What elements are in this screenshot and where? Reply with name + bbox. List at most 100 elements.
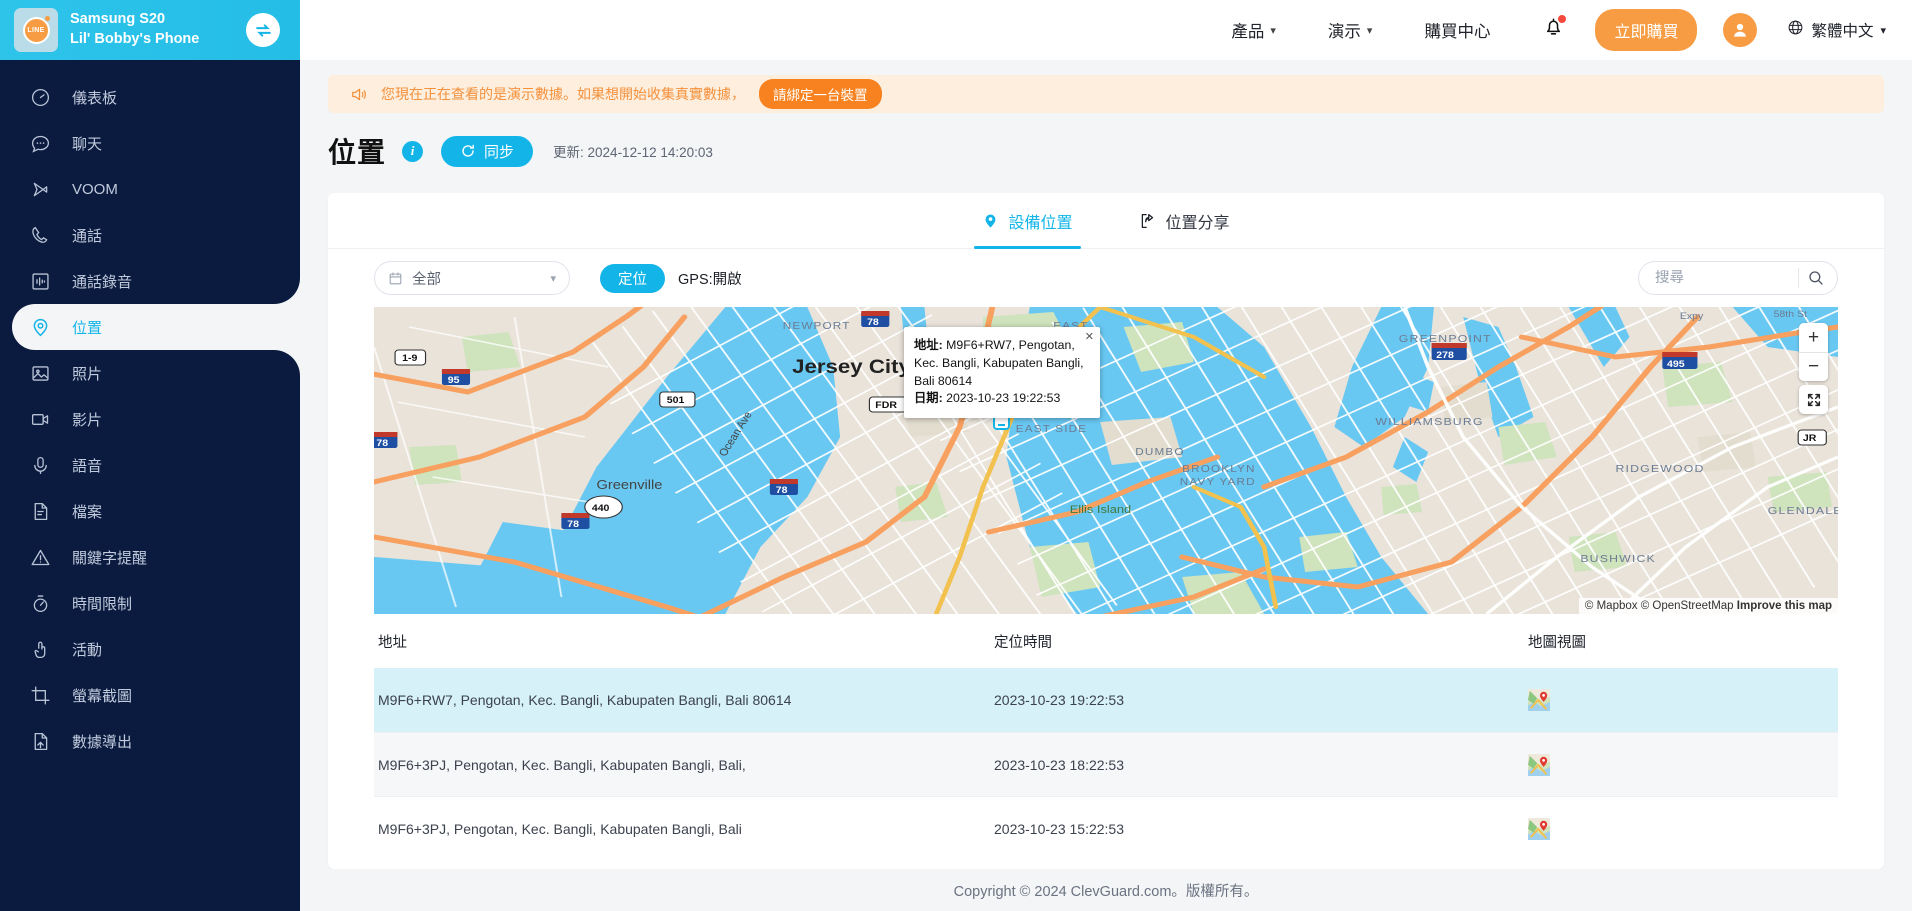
sidebar-item-keyword-alert[interactable]: 關鍵字提醒 (0, 534, 300, 580)
file-document-icon (30, 501, 56, 522)
sidebar-item-calls[interactable]: 通話 (0, 212, 300, 258)
svg-text:78: 78 (567, 520, 579, 530)
attrib-improve-link[interactable]: Improve this map (1737, 600, 1832, 612)
tab-label: 位置分享 (1165, 214, 1230, 232)
language-label: 繁體中文 (1811, 23, 1874, 40)
sidebar-item-voice[interactable]: 語音 (0, 442, 300, 488)
sidebar-item-label: 照片 (72, 365, 103, 383)
date-filter-select[interactable]: 全部 ▾ (374, 261, 570, 295)
sidebar-item-label: 數據導出 (72, 733, 133, 751)
sidebar-item-photos[interactable]: 照片 (0, 350, 300, 396)
table-row[interactable]: M9F6+RW7, Pengotan, Kec. Bangli, Kabupat… (374, 668, 1838, 732)
sidebar-item-activity[interactable]: 活動 (0, 626, 300, 672)
svg-text:BUSHWICK: BUSHWICK (1580, 554, 1656, 565)
search-box[interactable] (1638, 261, 1838, 295)
sidebar-item-chat[interactable]: 聊天 (0, 120, 300, 166)
popup-address-label: 地址: (914, 338, 943, 352)
svg-text:NEWPORT: NEWPORT (783, 321, 851, 332)
svg-text:Greenville: Greenville (597, 478, 663, 492)
cell-map-view[interactable] (1524, 753, 1838, 776)
microphone-icon (30, 455, 56, 476)
pointing-hand-icon (30, 639, 56, 660)
demo-data-banner: 您現在正在查看的是演示數據。如果想開始收集真實數據， 請綁定一台裝置 (328, 75, 1884, 113)
tab-location-sharing[interactable]: 位置分享 (1131, 193, 1238, 249)
user-avatar-icon[interactable] (1723, 13, 1758, 47)
sidebar-item-location[interactable]: 位置 (12, 278, 300, 376)
map-thumbnail-icon[interactable] (1528, 753, 1550, 776)
sidebar-item-label: 時間限制 (72, 595, 133, 613)
sidebar-item-files[interactable]: 檔案 (0, 488, 300, 534)
svg-text:440: 440 (592, 504, 610, 514)
svg-text:RIDGEWOOD: RIDGEWOOD (1615, 464, 1704, 475)
nav-label: 產品 (1231, 23, 1265, 41)
close-icon[interactable]: ✕ (1085, 330, 1094, 346)
tab-device-location[interactable]: 設備位置 (974, 193, 1081, 249)
svg-text:WILLIAMSBURG: WILLIAMSBURG (1375, 417, 1483, 428)
sidebar-item-call-recording[interactable]: 通話錄音 (0, 258, 300, 304)
svg-text:Jersey City: Jersey City (792, 356, 911, 377)
table-row[interactable]: M9F6+3PJ, Pengotan, Kec. Bangli, Kabupat… (374, 732, 1838, 796)
top-navigation-bar: 產品 ▾ 演示 ▾ 購買中心 立即購買 繁體中文 ▾ (300, 0, 1912, 60)
zoom-out-button[interactable]: − (1799, 352, 1828, 381)
location-map[interactable]: Jersey City Greenville Ellis Island NEWP… (374, 307, 1838, 614)
voom-play-icon (30, 179, 56, 200)
cell-map-view[interactable] (1524, 689, 1838, 711)
zoom-in-button[interactable]: + (1799, 323, 1828, 352)
app-root: LINE Samsung S20 Lil' Bobby's Phone 儀表板 (0, 0, 1912, 911)
table-header-row: 地址 定位時間 地圖視圖 (374, 614, 1838, 668)
sidebar-device-header[interactable]: LINE Samsung S20 Lil' Bobby's Phone (0, 0, 300, 60)
location-card: 設備位置 位置分享 全部 ▾ 定位 GPS:開啟 搜尋 Jersey City … (328, 193, 1884, 869)
svg-text:78: 78 (776, 486, 788, 496)
sidebar-item-screenshots[interactable]: 螢幕截圖 (0, 672, 300, 718)
buy-now-button[interactable]: 立即購買 (1595, 9, 1698, 51)
bind-device-button[interactable]: 請綁定一台裝置 (759, 79, 882, 109)
page-title-row: 位置 i 同步 更新: 2024-12-12 14:20:03 (328, 131, 1912, 171)
sidebar-item-label: 活動 (72, 641, 103, 659)
sidebar-item-label: 聊天 (72, 135, 103, 153)
cell-address: M9F6+3PJ, Pengotan, Kec. Bangli, Kabupat… (378, 820, 742, 837)
map-thumbnail-icon[interactable] (1528, 689, 1550, 711)
nav-purchase-center[interactable]: 購買中心 (1424, 18, 1490, 42)
sidebar-nav: 儀表板 聊天 VOOM 通話 通話錄音 位置 照片 影片 語音 檔案 關鍵字提醒… (0, 60, 300, 764)
sidebar-item-label: 通話錄音 (72, 273, 133, 291)
switch-device-icon[interactable] (246, 13, 280, 47)
notification-bell-icon[interactable] (1542, 15, 1567, 44)
cell-address: M9F6+3PJ, Pengotan, Kec. Bangli, Kabupat… (378, 756, 746, 773)
map-thumbnail-icon[interactable] (1528, 817, 1550, 840)
call-recording-icon (30, 271, 56, 292)
photo-image-icon (30, 363, 56, 384)
sidebar-item-label: 檔案 (72, 503, 103, 521)
line-app-icon: LINE (14, 8, 58, 52)
nav-label: 購買中心 (1424, 23, 1491, 41)
chevron-down-icon: ▾ (550, 272, 556, 285)
sidebar-item-voom[interactable]: VOOM (0, 166, 300, 212)
search-input[interactable] (1655, 270, 1790, 286)
nav-demo[interactable]: 演示 ▾ (1328, 18, 1373, 42)
sync-button[interactable]: 同步 (441, 135, 534, 167)
fullscreen-expand-icon[interactable] (1799, 385, 1828, 414)
map-zoom-controls[interactable]: + − (1799, 323, 1828, 381)
main-content: 產品 ▾ 演示 ▾ 購買中心 立即購買 繁體中文 ▾ 您現在正在查看的是演示數據… (300, 0, 1912, 911)
stopwatch-icon (30, 593, 56, 614)
sidebar-item-data-export[interactable]: 數據導出 (0, 718, 300, 764)
globe-icon (1787, 19, 1804, 41)
date-filter-value: 全部 (412, 271, 441, 288)
nav-products[interactable]: 產品 ▾ (1231, 18, 1276, 42)
sidebar-item-time-limit[interactable]: 時間限制 (0, 580, 300, 626)
sidebar-item-label: 位置 (72, 319, 103, 337)
info-circle-icon[interactable]: i (402, 140, 424, 162)
search-icon[interactable] (1807, 269, 1833, 287)
phone-call-icon (30, 225, 56, 246)
sidebar-item-videos[interactable]: 影片 (0, 396, 300, 442)
table-row[interactable]: M9F6+3PJ, Pengotan, Kec. Bangli, Kabupat… (374, 796, 1838, 860)
banner-text: 您現在正在查看的是演示數據。如果想開始收集真實數據， (381, 86, 745, 102)
video-camera-icon (30, 409, 56, 430)
svg-text:501: 501 (667, 396, 685, 406)
cell-map-view[interactable] (1524, 817, 1838, 840)
svg-text:1-9: 1-9 (402, 354, 418, 364)
sidebar-item-dashboard[interactable]: 儀表板 (0, 74, 300, 120)
page-footer: Copyright © 2024 ClevGuard.com。版權所有。 (300, 869, 1912, 911)
language-selector[interactable]: 繁體中文 ▾ (1787, 19, 1886, 41)
attrib-osm: © OpenStreetMap (1640, 600, 1734, 612)
locate-button[interactable]: 定位 (600, 263, 665, 293)
